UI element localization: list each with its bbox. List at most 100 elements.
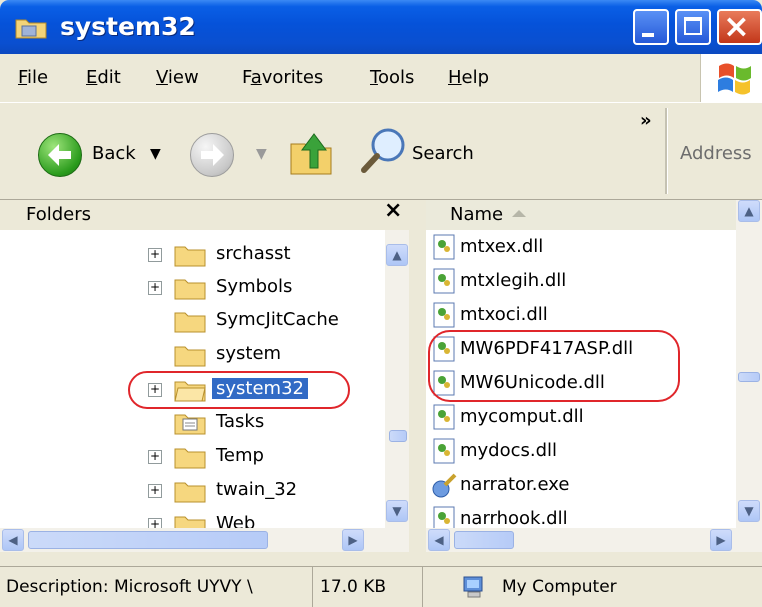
file-name: mtxoci.dll xyxy=(460,304,548,325)
toolbar-overflow-icon[interactable]: » xyxy=(640,110,652,131)
tree-item-label: system xyxy=(216,343,282,364)
tree-item-srchasst[interactable]: + srchasst xyxy=(0,238,385,271)
maximize-button[interactable] xyxy=(675,9,711,45)
status-description: Description: Microsoft UYVY \ xyxy=(6,577,253,597)
tasks-folder-icon xyxy=(174,414,206,435)
tree-item-label: SymcJitCache xyxy=(216,309,339,330)
folder-icon xyxy=(174,279,206,300)
list-horizontal-scrollbar[interactable]: ◀ ▶ xyxy=(426,528,762,552)
window-title: system32 xyxy=(60,12,196,41)
folder-icon xyxy=(174,312,206,333)
folder-icon xyxy=(15,19,47,39)
highlight-circle-system32 xyxy=(128,371,350,409)
menu-bar: File Edit View Favorites Tools Help xyxy=(0,54,762,103)
menu-favorites[interactable]: Favorites xyxy=(242,67,323,88)
menu-edit[interactable]: Edit xyxy=(86,67,121,88)
scroll-thumb[interactable] xyxy=(389,430,407,442)
exe-icon xyxy=(432,473,457,498)
sort-ascending-icon xyxy=(512,210,526,217)
scroll-right-icon[interactable]: ▶ xyxy=(342,529,364,551)
tree-item-temp[interactable]: + Temp xyxy=(0,440,385,473)
scroll-left-icon[interactable]: ◀ xyxy=(2,529,24,551)
search-icon[interactable] xyxy=(358,125,410,177)
tree-item-label: Tasks xyxy=(216,411,265,432)
scroll-thumb[interactable] xyxy=(28,531,268,549)
menu-file[interactable]: File xyxy=(18,67,48,88)
folders-header: Folders × xyxy=(0,198,425,230)
windows-logo-icon xyxy=(718,63,751,95)
file-row[interactable]: mtxoci.dll xyxy=(426,298,736,332)
back-arrow-icon xyxy=(48,144,71,166)
scroll-thumb[interactable] xyxy=(454,531,514,549)
tree-item-system[interactable]: system xyxy=(0,338,385,371)
scroll-right-icon[interactable]: ▶ xyxy=(710,529,732,551)
file-name: mtxex.dll xyxy=(460,236,544,257)
scroll-down-icon[interactable]: ▼ xyxy=(738,500,760,522)
tree-item-symcjitcache[interactable]: SymcJitCache xyxy=(0,304,385,337)
file-name: narrhook.dll xyxy=(460,508,568,528)
tree-horizontal-scrollbar[interactable]: ◀ ▶ xyxy=(0,528,409,552)
menu-help[interactable]: Help xyxy=(448,67,489,88)
tree-vertical-scrollbar[interactable]: ▲ ▼ xyxy=(385,230,409,528)
tree-item-label: Temp xyxy=(216,445,264,466)
status-description-cell: Description: Microsoft UYVY \ xyxy=(0,567,313,607)
scroll-up-icon[interactable]: ▲ xyxy=(386,244,408,266)
dll-icon xyxy=(433,268,455,294)
title-bar[interactable]: system32 × xyxy=(0,0,762,54)
folder-icon xyxy=(174,246,206,267)
file-name: mycomput.dll xyxy=(460,406,584,427)
expand-icon[interactable]: + xyxy=(148,484,162,498)
scroll-left-icon[interactable]: ◀ xyxy=(428,529,450,551)
list-vertical-scrollbar[interactable]: ▲ ▼ xyxy=(736,200,762,528)
tree-item-symbols[interactable]: + Symbols xyxy=(0,271,385,304)
folder-icon xyxy=(174,346,206,367)
menu-view[interactable]: View xyxy=(156,67,199,88)
search-button[interactable]: Search xyxy=(412,143,474,164)
back-label[interactable]: Back xyxy=(92,143,136,164)
file-row[interactable]: mtxlegih.dll xyxy=(426,264,736,298)
dll-icon xyxy=(433,506,455,528)
expand-icon[interactable]: + xyxy=(148,248,162,262)
folder-icon xyxy=(174,482,206,503)
file-row[interactable]: narrhook.dll xyxy=(426,502,736,528)
status-size-cell: 17.0 KB xyxy=(312,567,423,607)
tree-item-label: srchasst xyxy=(216,243,291,264)
close-button[interactable]: × xyxy=(717,7,762,45)
column-name[interactable]: Name xyxy=(450,204,503,225)
forward-arrow-icon xyxy=(201,144,224,166)
folders-close-icon[interactable]: × xyxy=(384,198,402,223)
dll-icon xyxy=(433,302,455,328)
scroll-up-icon[interactable]: ▲ xyxy=(738,200,760,222)
scroll-thumb[interactable] xyxy=(738,372,760,382)
tree-item-web[interactable]: + Web xyxy=(0,508,385,528)
dll-icon xyxy=(433,438,455,464)
file-name: narrator.exe xyxy=(460,474,570,495)
file-row[interactable]: mtxex.dll xyxy=(426,230,736,264)
tree-item-twain32[interactable]: + twain_32 xyxy=(0,474,385,507)
file-row[interactable]: mydocs.dll xyxy=(426,434,736,468)
expand-icon[interactable]: + xyxy=(148,518,162,528)
tree-item-tasks[interactable]: Tasks xyxy=(0,406,385,439)
address-label: Address xyxy=(680,143,752,164)
close-icon: × xyxy=(723,7,750,45)
menu-tools[interactable]: Tools xyxy=(370,67,414,88)
my-computer-icon xyxy=(463,576,483,598)
file-name: mtxlegih.dll xyxy=(460,270,567,291)
forward-dropdown-icon[interactable]: ▼ xyxy=(256,146,267,162)
up-folder-icon[interactable] xyxy=(288,128,334,178)
status-bar: Description: Microsoft UYVY \ 17.0 KB My… xyxy=(0,566,762,607)
explorer-window: system32 × File Edit View Favorites Tool… xyxy=(0,0,762,607)
status-location: My Computer xyxy=(502,577,617,597)
status-size: 17.0 KB xyxy=(320,577,387,597)
tree-item-label: Web xyxy=(216,513,256,528)
forward-button[interactable] xyxy=(190,133,234,177)
expand-icon[interactable]: + xyxy=(148,450,162,464)
file-row[interactable]: mycomput.dll xyxy=(426,400,736,434)
back-dropdown-icon[interactable]: ▼ xyxy=(150,146,161,162)
file-row[interactable]: narrator.exe xyxy=(426,468,736,502)
expand-icon[interactable]: + xyxy=(148,281,162,295)
back-button[interactable] xyxy=(38,133,82,177)
minimize-button[interactable] xyxy=(633,9,669,45)
scroll-down-icon[interactable]: ▼ xyxy=(386,500,408,522)
highlight-circle-mw6-files xyxy=(428,330,680,402)
